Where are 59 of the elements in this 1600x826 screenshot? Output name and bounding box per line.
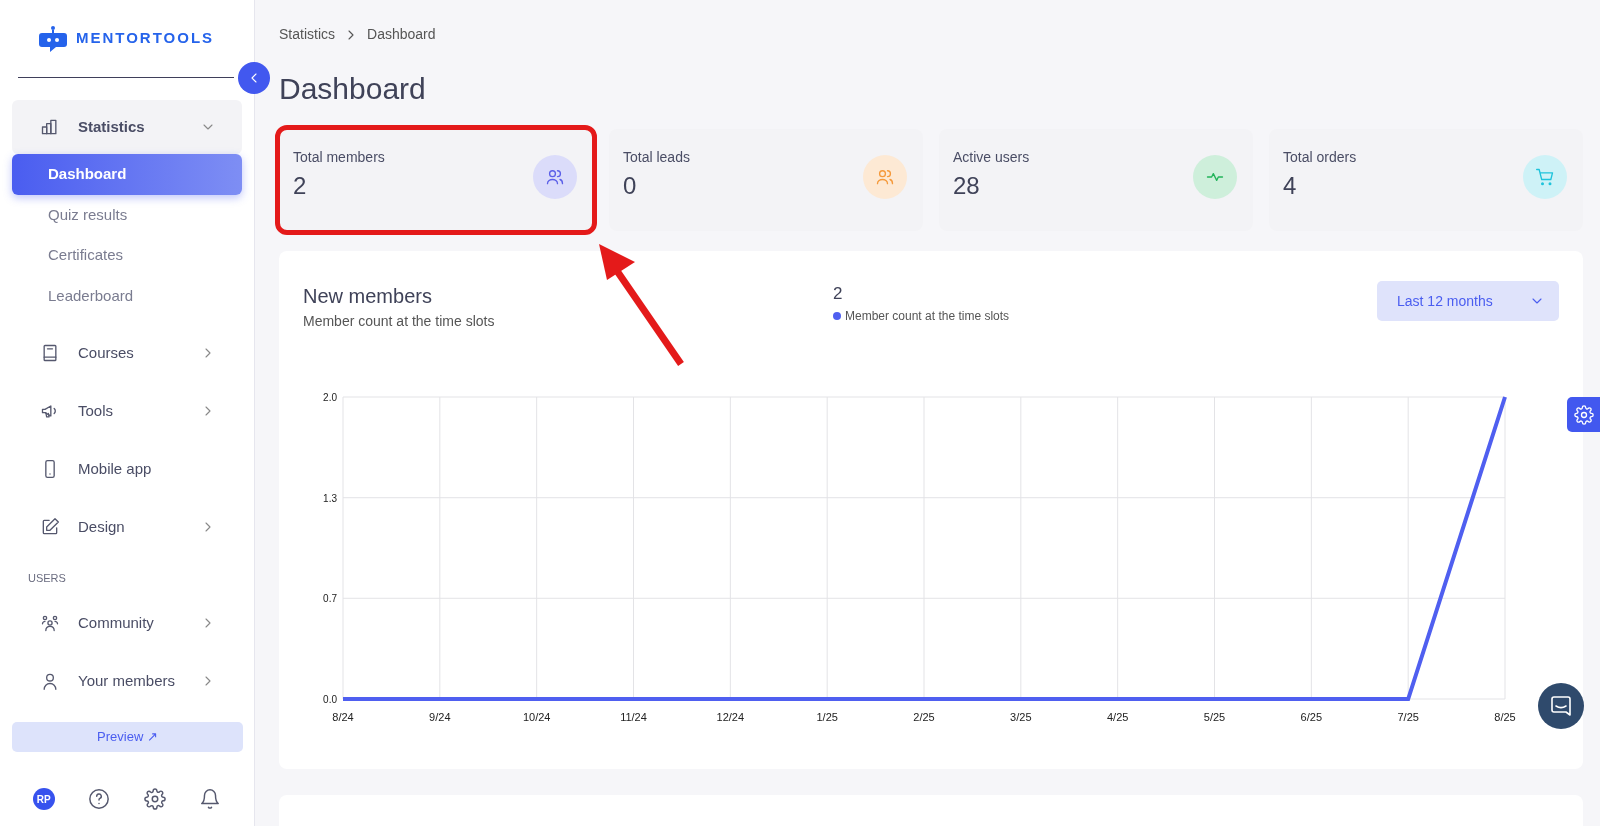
sidebar-subitem[interactable]: Certificates <box>12 235 242 276</box>
x-tick-label: 5/25 <box>1203 711 1226 723</box>
sidebar-item[interactable]: Your members <box>12 652 242 710</box>
legend-label: Member count at the time slots <box>845 307 1010 325</box>
x-tick-label: 10/24 <box>522 711 551 723</box>
settings-button[interactable] <box>1567 397 1600 432</box>
help-icon[interactable] <box>88 788 111 810</box>
chart-total: 2 <box>833 283 844 305</box>
x-tick-label: 8/25 <box>1494 711 1516 723</box>
x-tick-label: 7/25 <box>1397 711 1419 723</box>
sidebar-subitem[interactable]: Leaderboard <box>12 275 242 316</box>
user-avatar[interactable]: RP <box>32 788 55 810</box>
x-tick-label: 1/25 <box>816 711 838 723</box>
sidebar-item[interactable]: Mobile app <box>12 440 242 498</box>
stat-label: Active users <box>953 148 1031 167</box>
stat-value: 28 <box>953 171 981 201</box>
chart-title: New members <box>303 284 433 309</box>
page-title: Dashboard <box>279 71 427 107</box>
x-tick-label: 3/25 <box>1010 711 1032 723</box>
sidebar-subitem[interactable]: Quiz results <box>12 194 242 235</box>
sidebar-item[interactable]: Community <box>12 594 242 652</box>
preview-button[interactable]: Preview ↗ <box>12 722 243 752</box>
y-tick-label: 0.7 <box>323 593 337 605</box>
robot-logo-icon <box>37 24 68 53</box>
stat-label: Total leads <box>623 148 691 167</box>
sidebar-item[interactable]: Statistics <box>12 100 242 154</box>
settings-icon <box>1573 404 1594 425</box>
stat-value: 0 <box>623 171 638 201</box>
x-tick-label: 11/24 <box>620 711 647 723</box>
stat-label: Total orders <box>1283 148 1358 167</box>
sidebar-item[interactable]: Tools <box>12 382 242 440</box>
x-tick-label: 2/25 <box>913 711 935 723</box>
stat-value: 4 <box>1283 171 1298 201</box>
settings-icon[interactable] <box>143 788 166 810</box>
y-tick-label: 2.0 <box>323 392 337 403</box>
stat-value: 2 <box>293 171 308 201</box>
breadcrumb-current[interactable]: Dashboard <box>367 24 436 45</box>
stat-label: Total members <box>293 148 386 167</box>
x-tick-label: 9/24 <box>429 711 451 723</box>
bell-icon[interactable] <box>199 788 222 810</box>
range-select[interactable]: Last 12 months <box>1377 281 1559 321</box>
sidebar-subitem[interactable]: Dashboard <box>12 154 242 195</box>
x-tick-label: 6/25 <box>1300 711 1323 723</box>
collapse-button[interactable] <box>238 62 270 94</box>
sidebar-item[interactable]: Courses <box>12 324 242 382</box>
people-icon <box>40 613 60 633</box>
x-tick-label: 4/25 <box>1106 711 1129 723</box>
brand-name: MENTORTOOLS <box>75 28 215 49</box>
breadcrumb-link[interactable]: Statistics <box>279 24 335 45</box>
y-tick-label: 1.3 <box>323 492 337 504</box>
x-tick-label: 12/24 <box>716 711 745 723</box>
sidebar-item[interactable]: Design <box>12 498 242 556</box>
pencil-icon <box>40 517 60 537</box>
bar-chart-icon <box>40 117 60 137</box>
y-tick-label: 0.0 <box>323 694 337 705</box>
chat-icon <box>1549 694 1573 718</box>
x-tick-label: 8/24 <box>332 711 354 723</box>
chart-subtitle: Member count at the time slots <box>303 312 496 331</box>
section-heading: USERS <box>27 571 67 586</box>
